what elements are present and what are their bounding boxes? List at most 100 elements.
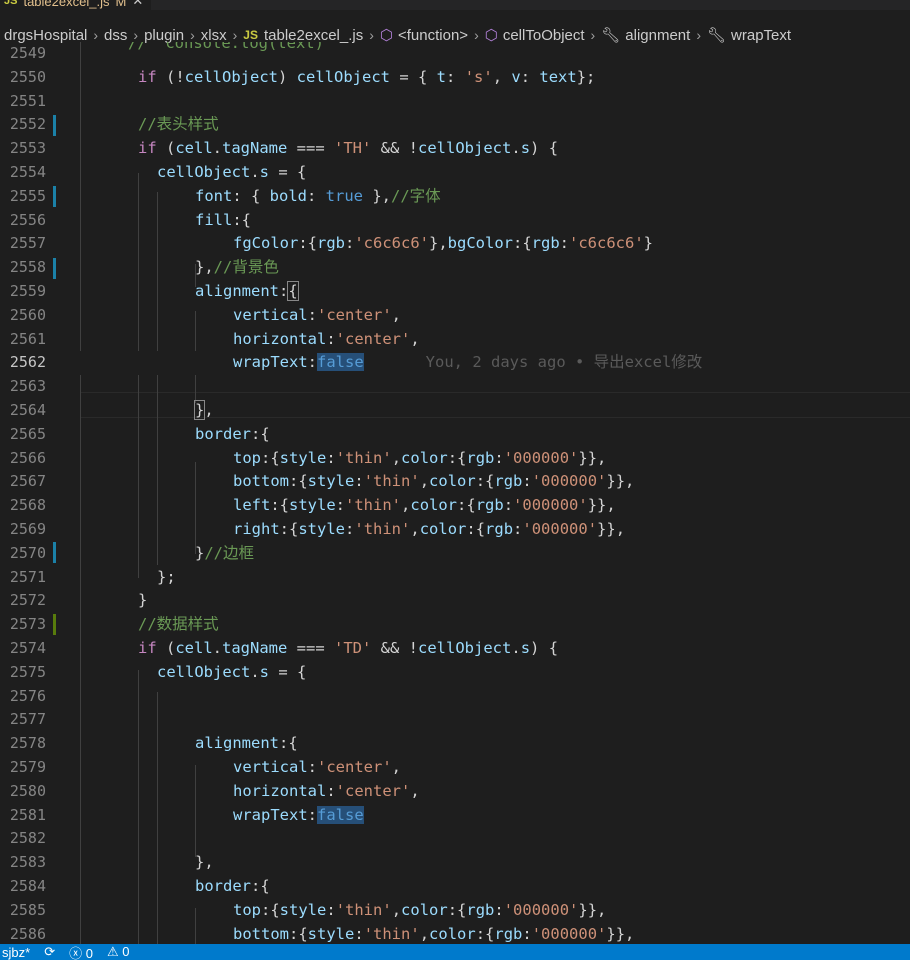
code-line: 2578 alignment:{ — [0, 732, 910, 756]
code-line: 2571}; — [0, 566, 910, 590]
line-number: 2582 — [9, 829, 46, 848]
line-number: 2583 — [9, 853, 46, 872]
code-line: 2550 if (!cellObject) cellObject = { t: '… — [0, 66, 910, 90]
tab-bar: JS table2excel_.js M ✕ — [0, 0, 910, 10]
code-line: 2559 alignment:{ — [0, 280, 910, 304]
line-number: 2563 — [9, 377, 46, 396]
line-number: 2581 — [9, 805, 46, 824]
code-line: 2558},//背景色 — [0, 256, 910, 280]
line-number: 2566 — [9, 448, 46, 467]
code-comment: // console.log(text) — [128, 42, 324, 52]
code-line: 2553 if (cell.tagName === 'TH' && !cellOb… — [0, 137, 910, 161]
code-line: 2563 — [0, 375, 910, 399]
line-number: 2565 — [9, 424, 46, 443]
line-number: 2569 — [9, 520, 46, 538]
chevron-right-icon: › — [590, 27, 596, 43]
code-line: 2576 — [0, 685, 910, 709]
code-line: 2551 — [0, 90, 910, 114]
breadcrumb-item[interactable]: plugin — [144, 27, 184, 44]
code-line: 2582 — [0, 827, 910, 851]
breadcrumb-item[interactable]: <function> — [398, 27, 468, 44]
tab-table2excel[interactable]: JS table2excel_.js M ✕ — [0, 0, 152, 10]
code-line: 2579 vertical:'center', — [0, 756, 910, 780]
line-number: 2580 — [9, 781, 46, 800]
code-comment: //字体 — [390, 186, 441, 205]
line-number: 2567 — [9, 472, 46, 491]
line-number: 2579 — [9, 758, 46, 776]
breadcrumb-item[interactable]: dss — [104, 27, 127, 44]
line-number: 2550 — [9, 67, 46, 86]
breadcrumb-item[interactable]: drgsHospital — [4, 27, 87, 44]
code-line: 2577 — [0, 708, 910, 732]
chevron-right-icon: › — [474, 27, 479, 43]
code-line: 2570}//边框 — [0, 542, 910, 566]
line-number: 2568 — [9, 496, 46, 515]
chevron-right-icon: › — [369, 27, 374, 43]
code-comment: //数据样式 — [138, 615, 219, 634]
code-line: 2554 cellObject.s = { — [0, 161, 910, 185]
code-line: 2567 bottom:{style:'thin',color:{rgb:'000… — [0, 470, 910, 494]
code-line: 2568 left:{style:'thin',color:{rgb:'00000… — [0, 494, 910, 518]
tab-label: table2excel_.js — [23, 0, 110, 9]
line-number: 2585 — [9, 900, 46, 919]
line-number: 2561 — [9, 329, 46, 348]
line-number: 2578 — [9, 734, 46, 753]
line-number: 2552 — [9, 115, 46, 134]
sync-icon[interactable]: ⟳ — [44, 944, 55, 960]
code-line: 2583}, — [0, 851, 910, 875]
problems-errors[interactable]: ⓧ 0 — [69, 944, 93, 960]
breadcrumb-item[interactable]: alignment — [625, 27, 690, 44]
js-file-icon: JS — [243, 28, 258, 42]
code-line: 2569 right:{style:'thin',color:{rgb:'0000… — [0, 518, 910, 542]
line-number: 2549 — [9, 44, 46, 62]
code-comment: //表头样式 — [138, 115, 219, 134]
breadcrumb-item[interactable]: table2excel_.js — [264, 27, 363, 44]
line-number: 2564 — [9, 401, 46, 419]
line-number: 2551 — [9, 91, 46, 110]
code-line: 2581 wrapText:false — [0, 804, 910, 828]
code-line: 2552 //表头样式 — [0, 113, 910, 137]
code-editor[interactable]: 2549 // console.log(text) 2550 if (!cellOb… — [0, 42, 910, 944]
line-number: 2553 — [9, 139, 46, 158]
breadcrumb-item[interactable]: xlsx — [201, 27, 227, 44]
line-number: 2575 — [9, 662, 46, 681]
line-number: 2573 — [9, 615, 46, 634]
code-line: 2565 border:{ — [0, 423, 910, 447]
line-number: 2556 — [9, 210, 46, 229]
status-bar: sjbz* ⟳ ⓧ 0 ⚠ 0 — [0, 944, 910, 960]
code-line: 2574 if (cell.tagName === 'TD' && !cellOb… — [0, 637, 910, 661]
line-number: 2562 — [9, 353, 46, 372]
code-line: 2555 font: { bold: true },//字体 — [0, 185, 910, 209]
line-number: 2557 — [9, 234, 46, 253]
breadcrumb-item[interactable]: cellToObject — [503, 27, 585, 44]
line-number: 2559 — [9, 282, 46, 300]
breadcrumb-item[interactable]: wrapText — [731, 27, 791, 44]
code-line: 2557 fgColor:{rgb:'c6c6c6'},bgColor:{rgb:… — [0, 232, 910, 256]
chevron-right-icon: › — [696, 27, 701, 43]
line-number: 2571 — [9, 567, 46, 586]
line-number: 2584 — [9, 877, 46, 895]
code-line: 2575 cellObject.s = { — [0, 661, 910, 685]
problems-warnings[interactable]: ⚠ 0 — [107, 944, 130, 960]
line-number: 2570 — [9, 543, 46, 562]
line-number: 2560 — [9, 305, 46, 324]
code-line-current: 2562 wrapText:false You, 2 days ago • 导出ex… — [0, 351, 910, 376]
code-line: 2585 top:{style:'thin',color:{rgb:'000000… — [0, 899, 910, 923]
code-line: 2586 bottom:{style:'thin',color:{rgb:'000… — [0, 923, 910, 944]
chevron-right-icon: › — [190, 27, 195, 43]
code-line: 2549 // console.log(text) — [0, 42, 910, 66]
line-number: 2586 — [9, 924, 46, 943]
line-number: 2574 — [9, 639, 46, 657]
code-line: 2580 horizontal:'center', — [0, 780, 910, 804]
code-comment: //边框 — [204, 543, 255, 562]
chevron-right-icon: › — [93, 27, 99, 43]
code-line: 2572} — [0, 589, 910, 613]
js-file-icon: JS — [4, 0, 18, 7]
chevron-right-icon: › — [232, 27, 238, 43]
code-line: 2561 horizontal:'center', — [0, 328, 910, 352]
git-branch[interactable]: sjbz* — [2, 945, 30, 960]
git-blame-annotation: You, 2 days ago • 导出excel修改 — [425, 353, 703, 372]
close-icon[interactable]: ✕ — [132, 0, 143, 9]
line-number: 2572 — [9, 591, 46, 610]
chevron-right-icon: › — [133, 27, 139, 43]
